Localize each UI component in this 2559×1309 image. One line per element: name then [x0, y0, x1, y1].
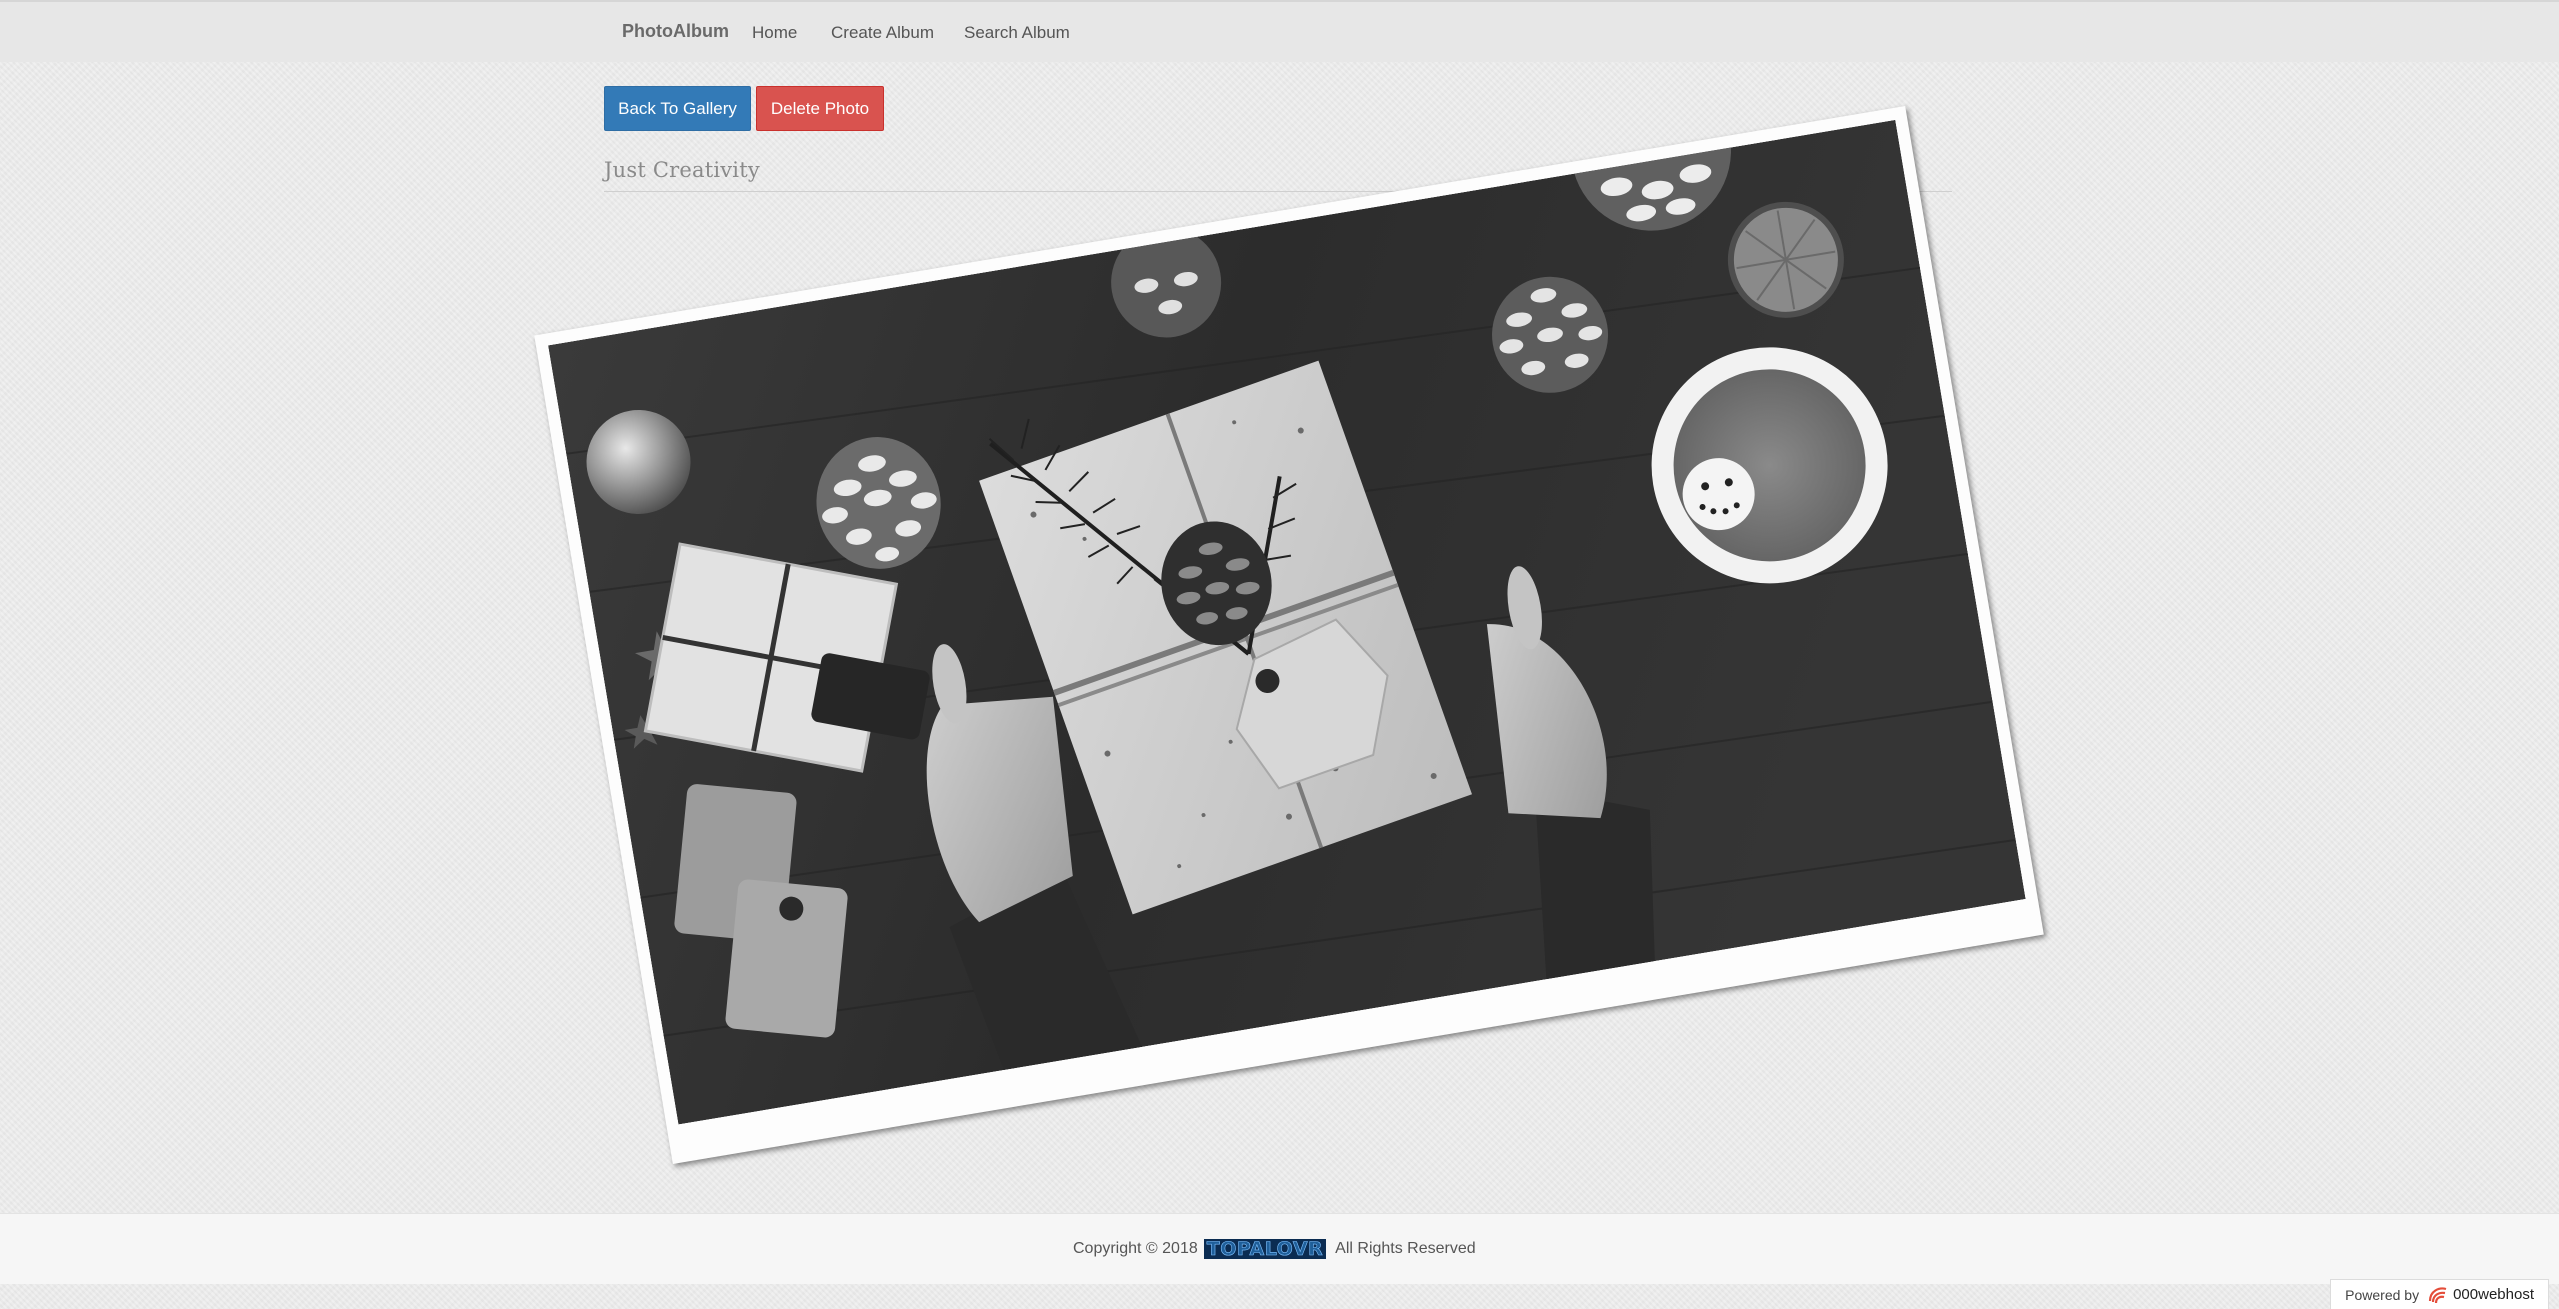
- powered-by-brand: 000webhost: [2453, 1286, 2534, 1303]
- powered-by-badge[interactable]: Powered by 000webhost: [2330, 1279, 2549, 1309]
- powered-by-label: Powered by: [2345, 1286, 2420, 1303]
- rights-text: All Rights Reserved: [1335, 1240, 1476, 1257]
- back-to-gallery-button[interactable]: Back To Gallery: [604, 86, 751, 131]
- top-navbar: PhotoAlbum Home Create Album Search Albu…: [0, 0, 2559, 62]
- page-footer: Copyright © 2018 TOPALOVR All Rights Res…: [0, 1213, 2559, 1284]
- nav-home[interactable]: Home: [752, 23, 797, 43]
- photo-display: [534, 106, 2044, 1164]
- album-title: Just Creativity: [604, 158, 760, 182]
- brand-link[interactable]: PhotoAlbum: [622, 21, 729, 42]
- nav-search-album[interactable]: Search Album: [964, 23, 1070, 43]
- nav-create-album[interactable]: Create Album: [831, 23, 934, 43]
- 000webhost-logo-icon: [2427, 1285, 2449, 1305]
- copyright-text: Copyright © 2018: [1073, 1240, 1198, 1257]
- topalovr-logo: TOPALOVR: [1203, 1239, 1327, 1259]
- delete-photo-button[interactable]: Delete Photo: [756, 86, 884, 131]
- footer-copyright-line: Copyright © 2018 TOPALOVR All Rights Res…: [1073, 1239, 1476, 1260]
